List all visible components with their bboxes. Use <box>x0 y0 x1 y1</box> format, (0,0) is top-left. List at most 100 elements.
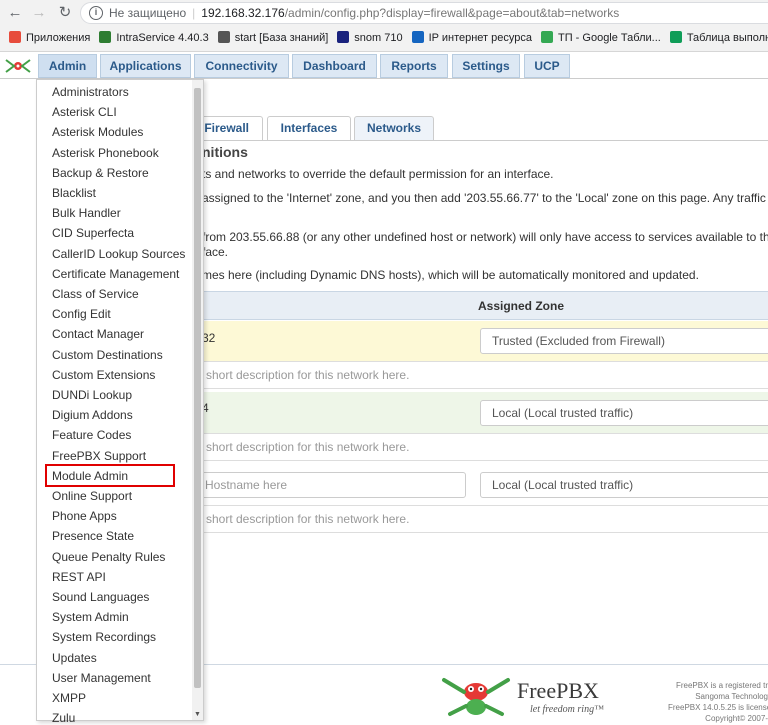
menu-item-contact-manager[interactable]: Contact Manager <box>52 327 144 341</box>
menu-item-custom-destinations[interactable]: Custom Destinations <box>52 348 163 362</box>
bookmark-icon <box>337 31 350 43</box>
frog-logo-icon <box>442 678 510 716</box>
example-text-3: face. <box>202 245 229 259</box>
menu-item-administrators[interactable]: Administrators <box>52 85 129 99</box>
menu-item-system-recordings[interactable]: System Recordings <box>52 630 156 644</box>
bookmark-icon <box>669 31 682 43</box>
menu-item-blacklist[interactable]: Blacklist <box>52 186 96 200</box>
tab-divider <box>180 140 768 141</box>
bookmark-item[interactable]: IP интернет ресурса <box>411 26 532 51</box>
freepbx-logo-icon[interactable] <box>4 57 32 75</box>
tab-reports[interactable]: Reports <box>380 54 448 78</box>
browser-chrome: ← → ↻ i Не защищено | 192.168.32.176/admin… <box>0 0 768 52</box>
menu-item-backup-restore[interactable]: Backup & Restore <box>52 166 149 180</box>
bookmark-item[interactable]: IntraService 4.40.3 <box>99 26 209 51</box>
url-path: /admin/config.php?display=firewall&page=… <box>284 6 620 20</box>
networks-table-header: Assigned Zone <box>180 291 768 320</box>
menu-item-queue-penalty-rules[interactable]: Queue Penalty Rules <box>52 550 165 564</box>
menu-item-callerid-lookup-sources[interactable]: CallerID Lookup Sources <box>52 247 185 261</box>
menu-item-updates[interactable]: Updates <box>52 651 97 665</box>
info-icon[interactable]: i <box>89 6 103 20</box>
bookmark-icon <box>411 31 424 43</box>
bookmark-item[interactable]: snom 710 <box>337 26 403 51</box>
menu-item-class-of-service[interactable]: Class of Service <box>52 287 139 301</box>
menu-item-presence-state[interactable]: Presence State <box>52 529 134 543</box>
menu-item-certificate-management[interactable]: Certificate Management <box>52 267 179 281</box>
brand-name: FreePBX <box>517 678 599 703</box>
description-placeholder: short description for this network here. <box>206 512 410 526</box>
bookmark-item[interactable]: Приложения <box>9 26 90 51</box>
freepbx-brand: FreePBX let freedom ring™ <box>440 676 620 718</box>
description-input[interactable]: short description for this network here. <box>180 361 768 389</box>
address-bar[interactable]: i Не защищено | 192.168.32.176/admin/confi… <box>80 2 768 24</box>
bookmark-label: ТП - Google Табли... <box>558 32 661 44</box>
menu-item-system-admin[interactable]: System Admin <box>52 610 129 624</box>
legal-line: FreePBX is a registered tr <box>675 681 768 690</box>
bookmark-label: start [База знаний] <box>234 32 329 44</box>
bookmark-item[interactable]: start [База знаний] <box>217 26 329 51</box>
brand-tagline: let freedom ring™ <box>530 704 604 715</box>
legal-line: Copyright© 2007- <box>705 714 768 723</box>
forward-icon[interactable]: → <box>30 4 48 22</box>
menu-item-online-support[interactable]: Online Support <box>52 489 132 503</box>
zone-select[interactable]: Local (Local trusted traffic) <box>480 472 768 498</box>
scroll-down-arrow-icon[interactable]: ▼ <box>194 711 201 718</box>
security-label: Не защищено <box>109 6 187 20</box>
tab-ucp[interactable]: UCP <box>524 54 570 78</box>
legal-line: Sangoma Technolog <box>695 692 768 701</box>
bookmark-icon <box>217 31 230 43</box>
legal-line: FreePBX 14.0.5.25 is licensed <box>668 703 768 712</box>
hostname-input[interactable]: Hostname here <box>198 472 466 498</box>
tab-admin[interactable]: Admin <box>38 54 97 78</box>
bookmark-icon <box>541 31 553 43</box>
zone-select[interactable]: Trusted (Excluded from Firewall) <box>480 328 768 354</box>
menu-item-asterisk-phonebook[interactable]: Asterisk Phonebook <box>52 146 159 160</box>
network-value: 32 <box>202 331 216 345</box>
menu-item-xmpp[interactable]: XMPP <box>52 691 86 705</box>
menu-item-freepbx-support[interactable]: FreePBX Support <box>52 449 146 463</box>
menu-item-digium-addons[interactable]: Digium Addons <box>52 408 133 422</box>
legal-text: FreePBX is a registered tr Sangoma Techn… <box>668 680 768 724</box>
bookmark-item[interactable]: ТП - Google Табли... <box>541 26 661 51</box>
menu-item-user-management[interactable]: User Management <box>52 671 151 685</box>
tab-connectivity[interactable]: Connectivity <box>194 54 289 78</box>
menu-item-asterisk-modules[interactable]: Asterisk Modules <box>52 125 143 139</box>
menu-item-feature-codes[interactable]: Feature Codes <box>52 428 131 442</box>
tab-settings[interactable]: Settings <box>452 54 520 78</box>
description-input[interactable]: short description for this network here. <box>180 433 768 461</box>
bookmark-label: IP интернет ресурса <box>428 32 532 44</box>
description-input[interactable]: short description for this network here. <box>180 505 768 533</box>
menu-item-phone-apps[interactable]: Phone Apps <box>52 509 117 523</box>
example-text-2: from 203.55.66.88 (or any other undefine… <box>202 230 768 244</box>
assigned-zone-header: Assigned Zone <box>478 299 565 313</box>
bookmark-label: Таблица выполнен... <box>686 32 768 44</box>
menu-item-asterisk-cli[interactable]: Asterisk CLI <box>52 105 117 119</box>
menu-item-rest-api[interactable]: REST API <box>52 570 106 584</box>
example-text: assigned to the 'Internet' zone, and you… <box>202 191 768 205</box>
bookmark-item[interactable]: Таблица выполнен... <box>669 26 768 51</box>
bookmark-label: IntraService 4.40.3 <box>116 32 209 44</box>
tab-interfaces[interactable]: Interfaces <box>267 116 351 140</box>
menu-scrollbar-thumb[interactable] <box>194 88 201 688</box>
bookmark-label: Приложения <box>26 32 91 44</box>
back-icon[interactable]: ← <box>6 4 24 22</box>
bookmark-icon <box>9 31 21 43</box>
bookmark-label: snom 710 <box>354 32 403 44</box>
menu-item-bulk-handler[interactable]: Bulk Handler <box>52 206 121 220</box>
reload-icon[interactable]: ↻ <box>56 4 74 22</box>
menu-item-cid-superfecta[interactable]: CID Superfecta <box>52 226 134 240</box>
menu-item-dundi-lookup[interactable]: DUNDi Lookup <box>52 388 132 402</box>
menu-item-zulu[interactable]: Zulu <box>52 711 75 725</box>
section-heading: nitions <box>202 144 248 160</box>
tab-networks[interactable]: Networks <box>354 116 434 140</box>
tab-dashboard[interactable]: Dashboard <box>292 54 377 78</box>
admin-dropdown-menu: Administrators Asterisk CLI Asterisk Modul… <box>36 79 204 725</box>
menu-item-custom-extensions[interactable]: Custom Extensions <box>52 368 155 382</box>
description-placeholder: short description for this network here. <box>206 368 410 382</box>
menu-item-config-edit[interactable]: Config Edit <box>52 307 111 321</box>
tab-applications[interactable]: Applications <box>100 54 191 78</box>
top-navigation: Admin Applications Connectivity Dashboar… <box>0 53 768 79</box>
menu-item-sound-languages[interactable]: Sound Languages <box>52 590 149 604</box>
description-placeholder: short description for this network here. <box>206 440 410 454</box>
zone-select[interactable]: Local (Local trusted traffic) <box>480 400 768 426</box>
